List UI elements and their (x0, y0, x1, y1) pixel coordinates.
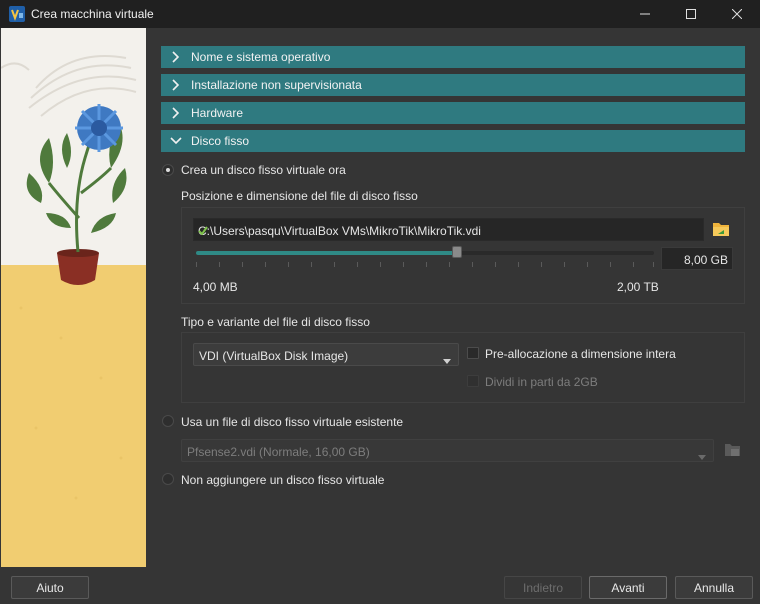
folder-browse-icon[interactable] (712, 220, 730, 240)
slider-max-label: 2,00 TB (617, 280, 659, 294)
slider-ticks (196, 262, 654, 267)
disk-type-value: VDI (VirtualBox Disk Image) (199, 349, 349, 363)
use-existing-disk-label: Usa un file di disco fisso virtuale esis… (181, 415, 404, 429)
existing-disk-dropdown[interactable]: Pfsense2.vdi (Normale, 16,00 GB) (181, 439, 714, 462)
next-button-label: Avanti (611, 580, 645, 595)
window-title: Crea macchina virtuale (31, 7, 154, 21)
help-button-label: Aiuto (36, 580, 64, 595)
use-existing-disk-radio[interactable] (162, 415, 174, 427)
close-button[interactable] (714, 0, 760, 28)
section-hard-disk[interactable]: Disco fisso (161, 130, 745, 152)
section-label: Installazione non supervisionata (191, 78, 362, 92)
chevron-down-icon (443, 353, 451, 367)
disk-selector-icon[interactable] (724, 441, 741, 461)
split-checkbox[interactable] (467, 375, 479, 387)
disk-size-slider[interactable] (196, 251, 654, 255)
section-name-os[interactable]: Nome e sistema operativo (161, 46, 745, 68)
disk-type-dropdown[interactable]: VDI (VirtualBox Disk Image) (193, 343, 459, 366)
cancel-button-label: Annulla (693, 580, 735, 595)
section-label: Disco fisso (191, 134, 250, 148)
virtualbox-logo-icon (8, 5, 26, 23)
chevron-right-icon (161, 79, 191, 91)
prealloc-label: Pre-allocazione a dimensione intera (485, 347, 676, 361)
chevron-down-icon (161, 137, 191, 145)
section-label: Hardware (191, 106, 244, 120)
wizard-illustration (1, 28, 146, 567)
slider-handle[interactable] (452, 246, 462, 258)
maximize-button[interactable] (668, 0, 714, 28)
slider-fill (196, 251, 457, 255)
valid-check-icon (198, 224, 695, 238)
cancel-button[interactable]: Annulla (675, 576, 753, 599)
prealloc-checkbox[interactable] (467, 347, 479, 359)
section-unattended-install[interactable]: Installazione non supervisionata (161, 74, 745, 96)
next-button[interactable]: Avanti (589, 576, 667, 599)
chevron-right-icon (161, 107, 191, 119)
no-disk-radio[interactable] (162, 473, 174, 485)
chevron-down-icon (698, 449, 706, 463)
section-label: Nome e sistema operativo (191, 50, 331, 64)
slider-min-label: 4,00 MB (193, 280, 238, 294)
chevron-right-icon (161, 51, 191, 63)
existing-disk-value: Pfsense2.vdi (Normale, 16,00 GB) (187, 445, 370, 459)
section-hardware[interactable]: Hardware (161, 102, 745, 124)
split-label: Dividi in parti da 2GB (485, 375, 598, 389)
minimize-button[interactable] (622, 0, 668, 28)
close-icon (732, 9, 742, 19)
maximize-icon (686, 9, 696, 19)
title-bar: Crea macchina virtuale (0, 0, 760, 28)
location-group-label: Posizione e dimensione del file di disco… (181, 189, 418, 203)
create-disk-label: Crea un disco fisso virtuale ora (181, 163, 346, 177)
no-disk-label: Non aggiungere un disco fisso virtuale (181, 473, 385, 487)
type-group-label: Tipo e variante del file di disco fisso (181, 315, 370, 329)
minimize-icon (640, 9, 650, 19)
back-button[interactable]: Indietro (504, 576, 582, 599)
disk-path-field[interactable]: C:\Users\pasqu\VirtualBox VMs\MikroTik\M… (193, 218, 704, 241)
back-button-label: Indietro (522, 580, 564, 595)
help-button[interactable]: Aiuto (11, 576, 89, 599)
disk-size-field[interactable]: 8,00 GB (661, 247, 733, 270)
create-disk-radio[interactable] (162, 164, 174, 176)
